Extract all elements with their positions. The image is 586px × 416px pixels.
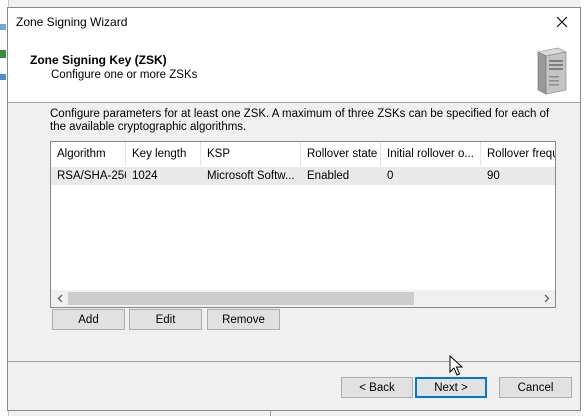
column-header-algorithm[interactable]: Algorithm: [51, 142, 126, 166]
back-button[interactable]: < Back: [341, 377, 413, 398]
server-icon: [537, 47, 567, 95]
chevron-left-icon: [57, 294, 62, 303]
cell-initial-rollover: 0: [387, 170, 394, 182]
scrollbar-thumb[interactable]: [68, 292, 414, 305]
zone-signing-wizard-dialog: Zone Signing Wizard Zone Signing Key (ZS…: [7, 7, 581, 411]
column-header-ksp[interactable]: KSP: [201, 142, 301, 166]
next-button[interactable]: Next >: [415, 377, 487, 398]
page-title: Zone Signing Key (ZSK): [30, 53, 167, 67]
background-tree-icon: [0, 74, 6, 80]
footer-divider: [8, 361, 580, 362]
horizontal-scrollbar[interactable]: [51, 290, 555, 307]
table-row[interactable]: RSA/SHA-256 1024 Microsoft Softw... Enab…: [51, 167, 555, 185]
cell-ksp: Microsoft Softw...: [207, 170, 295, 182]
cell-key-length: 1024: [132, 170, 158, 182]
zsk-list[interactable]: Algorithm Key length KSP Rollover state …: [50, 141, 556, 308]
window-title: Zone Signing Wizard: [16, 15, 128, 29]
background-tree-icon: [0, 50, 6, 58]
add-button[interactable]: Add: [52, 309, 125, 330]
wizard-header: Zone Signing Key (ZSK) Configure one or …: [8, 36, 580, 103]
cell-rollover-frequency: 90: [487, 170, 500, 182]
column-header-rollover-frequency[interactable]: Rollover frequ: [481, 142, 555, 166]
list-header: Algorithm Key length KSP Rollover state …: [51, 142, 555, 166]
column-header-initial-rollover[interactable]: Initial rollover o...: [381, 142, 481, 166]
mouse-cursor-icon: [449, 355, 463, 376]
column-header-rollover-state[interactable]: Rollover state: [301, 142, 381, 166]
background-app-edge-right: [581, 0, 586, 416]
column-header-key-length[interactable]: Key length: [126, 142, 201, 166]
edit-button[interactable]: Edit: [129, 309, 202, 330]
instructions-text: Configure parameters for at least one ZS…: [50, 108, 550, 133]
page-subtitle: Configure one or more ZSKs: [51, 69, 198, 81]
title-bar: Zone Signing Wizard: [8, 8, 580, 36]
chevron-right-icon: [544, 294, 549, 303]
background-tree-icon: [0, 24, 6, 30]
cancel-button[interactable]: Cancel: [499, 377, 572, 398]
close-button[interactable]: [544, 8, 580, 36]
scroll-left-button[interactable]: [51, 290, 68, 307]
cell-rollover-state: Enabled: [307, 170, 350, 182]
remove-button[interactable]: Remove: [207, 309, 280, 330]
close-icon: [556, 16, 568, 28]
scroll-right-button[interactable]: [538, 290, 555, 307]
cell-algorithm: RSA/SHA-256: [57, 170, 126, 182]
